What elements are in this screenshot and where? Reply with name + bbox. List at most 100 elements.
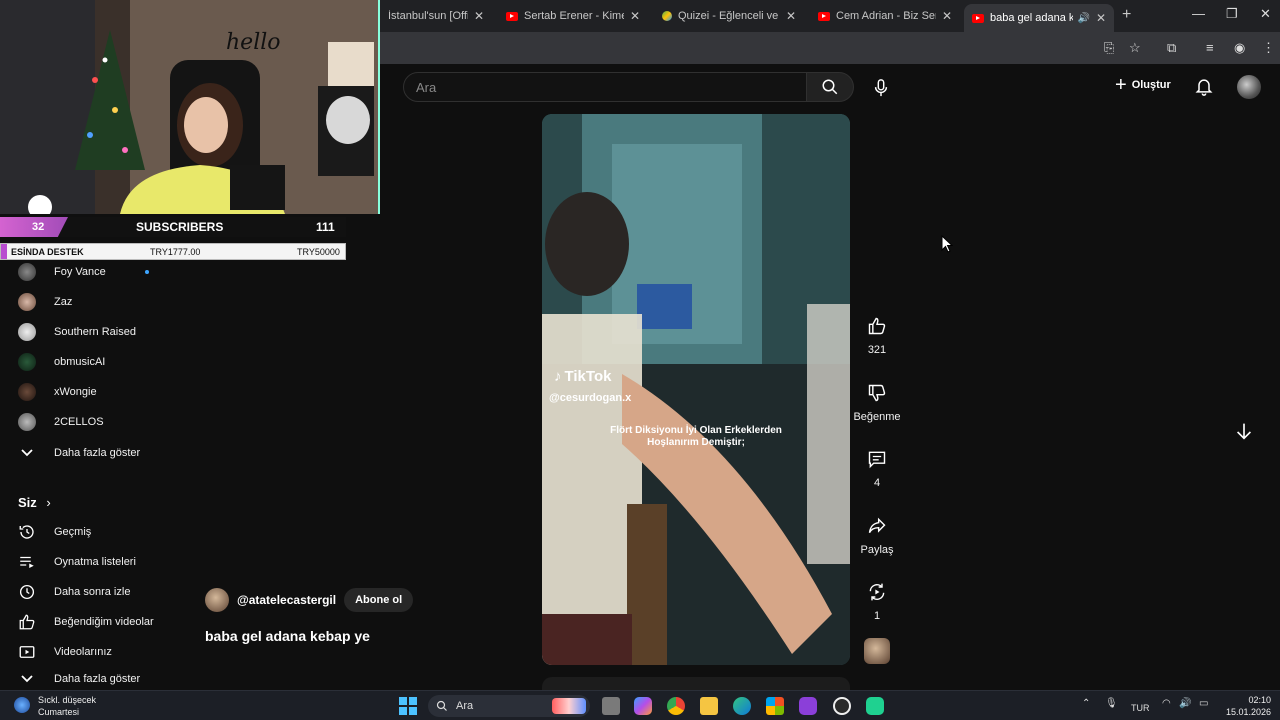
close-icon[interactable]: ✕ <box>630 9 640 23</box>
sidebar-item-label: Southern Raised <box>54 326 136 338</box>
caption-line-1: Flört Diksiyonu İyi Olan Erkeklerden <box>610 425 782 436</box>
chevron-right-icon: › <box>46 495 51 510</box>
xbox-icon[interactable] <box>833 697 851 715</box>
task-view-icon[interactable] <box>602 697 620 715</box>
sidebar-item-label: Videolarınız <box>54 646 112 658</box>
sound-thumbnail[interactable] <box>864 638 890 664</box>
chevron-down-icon <box>18 670 36 688</box>
chrome-icon[interactable] <box>667 697 685 715</box>
edge-icon[interactable] <box>733 697 751 715</box>
file-explorer-icon[interactable] <box>700 697 718 715</box>
subscriber-count-badge: 32 <box>0 217 68 237</box>
menu-dots-icon[interactable]: ⋮ <box>1262 40 1275 56</box>
new-tab-button[interactable]: + <box>1122 6 1131 24</box>
next-short-button[interactable] <box>1233 420 1255 447</box>
extensions-icon[interactable]: ⧉ <box>1167 40 1176 56</box>
your-videos-icon <box>18 643 36 661</box>
sidebar-item-xwongie[interactable]: xWongie <box>0 377 175 407</box>
voice-search-button[interactable] <box>868 75 894 101</box>
microsoft-store-icon[interactable] <box>766 697 784 715</box>
search-input[interactable]: Ara <box>403 72 807 102</box>
next-short-preview[interactable] <box>542 677 850 690</box>
minimize-icon[interactable]: — <box>1192 6 1205 21</box>
channel-avatar <box>18 353 36 371</box>
sidebar-item-label: Daha sonra izle <box>54 586 131 598</box>
comments-button[interactable]: 4 <box>852 441 902 489</box>
show-more-you[interactable]: Daha fazla göster <box>0 668 175 690</box>
weather-icon[interactable] <box>14 697 30 713</box>
browser-tab-4[interactable]: Cem Adrian - Biz Senle ( ✕ <box>810 4 960 28</box>
bookmark-star-icon[interactable]: ☆ <box>1129 40 1141 56</box>
language-indicator[interactable]: TUR <box>1131 703 1150 713</box>
media-control-icon[interactable]: ≡ <box>1206 40 1214 55</box>
sidebar-item-foy-vance[interactable]: Foy Vance <box>0 257 175 287</box>
close-icon[interactable]: ✕ <box>474 9 484 23</box>
sidebar-item-watch-later[interactable]: Daha sonra izle <box>0 577 175 607</box>
account-avatar[interactable] <box>1237 75 1261 99</box>
webcam-scene <box>0 0 378 214</box>
channel-avatar[interactable] <box>205 588 229 612</box>
goal-label: ESİNDA DESTEK <box>11 246 84 257</box>
copilot-icon[interactable] <box>634 697 652 715</box>
sidebar-item-obmusicai[interactable]: obmusicAI <box>0 347 175 377</box>
battery-icon[interactable]: ▭ <box>1199 698 1208 709</box>
media-app-icon[interactable] <box>799 697 817 715</box>
tiktok-icon: ♪ <box>554 368 562 385</box>
search-button[interactable] <box>806 72 854 102</box>
you-section-header[interactable]: Siz › <box>18 495 51 510</box>
sidebar-item-2cellos[interactable]: 2CELLOS <box>0 407 175 437</box>
dislike-button[interactable]: Beğenme <box>852 375 902 423</box>
sidebar-item-label: Daha fazla göster <box>54 447 141 459</box>
subscribe-button[interactable]: Abone ol <box>344 588 414 612</box>
browser-tab-1[interactable]: İstanbul'sun [Official ✕ <box>380 4 492 28</box>
caption-line-2: Hoşlanırım Demiştir; <box>647 437 745 448</box>
microphone-icon[interactable]: 🎙 <box>1105 698 1118 709</box>
sidebar-item-history[interactable]: Geçmiş <box>0 517 175 547</box>
install-app-icon[interactable]: ⎘ <box>1104 40 1114 56</box>
speaker-icon[interactable]: 🔊 <box>1077 13 1089 24</box>
sidebar-item-southern-raised[interactable]: Southern Raised <box>0 317 175 347</box>
short-title: baba gel adana kebap ye <box>205 628 370 644</box>
sidebar-item-your-videos[interactable]: Videolarınız <box>0 637 175 667</box>
maximize-icon[interactable]: ❐ <box>1226 6 1238 22</box>
close-icon[interactable]: ✕ <box>1096 11 1106 25</box>
gaming-app-icon[interactable] <box>866 697 884 715</box>
create-button[interactable]: + Oluştur <box>1115 75 1171 95</box>
goal-progress-fill <box>1 244 7 259</box>
sidebar-item-liked-videos[interactable]: Beğendiğim videolar <box>0 607 175 637</box>
tab-title: baba gel adana kebap <box>990 12 1074 24</box>
weather-widget[interactable]: Sıckl. düşecek Cumartesi <box>38 694 96 718</box>
close-icon[interactable]: ✕ <box>786 9 796 23</box>
windows-start-icon[interactable] <box>399 697 417 715</box>
taskbar-search[interactable]: Ara <box>428 695 590 717</box>
volume-icon[interactable]: 🔊 <box>1179 698 1191 709</box>
browser-tab-3[interactable]: Quizei - Eğlenceli ve etki ✕ <box>654 4 804 28</box>
clock-time: 02:10 <box>1248 695 1272 705</box>
channel-name[interactable]: @atatelecastergil <box>237 593 336 607</box>
sidebar-item-label: Daha fazla göster <box>54 673 141 685</box>
sidebar-item-zaz[interactable]: Zaz <box>0 287 175 317</box>
webcam-overlay: hello <box>0 0 380 214</box>
browser-tab-active[interactable]: baba gel adana kebap 🔊 ✕ <box>964 4 1114 32</box>
taskbar-clock[interactable]: 02:10 15.01.2026 <box>1226 694 1271 718</box>
like-button[interactable]: 321 <box>852 308 902 356</box>
browser-tab-2[interactable]: Sertab Erener - Kime Diye ✕ <box>498 4 648 28</box>
notifications-button[interactable] <box>1194 76 1214 101</box>
history-icon <box>18 523 36 541</box>
sidebar-item-playlists[interactable]: Oynatma listeleri <box>0 547 175 577</box>
short-video-player[interactable]: ♪ TikTok @cesurdogan.x Flört Diksiyonu İ… <box>542 114 850 665</box>
show-more-subscriptions[interactable]: Daha fazla göster <box>0 438 175 468</box>
clock-date: 15.01.2026 <box>1226 707 1272 717</box>
video-frame <box>542 114 850 665</box>
wifi-icon[interactable]: ◠ <box>1162 698 1171 709</box>
remix-icon <box>859 574 895 610</box>
sidebar-item-label: Beğendiğim videolar <box>54 616 154 628</box>
share-button[interactable]: Paylaş <box>852 508 902 556</box>
comment-icon <box>859 441 895 477</box>
tab-title: Cem Adrian - Biz Senle ( <box>836 10 936 22</box>
close-window-icon[interactable]: ✕ <box>1260 6 1271 22</box>
chevron-up-icon[interactable]: ⌃ <box>1082 698 1090 709</box>
profile-icon[interactable]: ◉ <box>1234 40 1245 56</box>
remix-button[interactable]: 1 <box>852 574 902 622</box>
close-icon[interactable]: ✕ <box>942 9 952 23</box>
